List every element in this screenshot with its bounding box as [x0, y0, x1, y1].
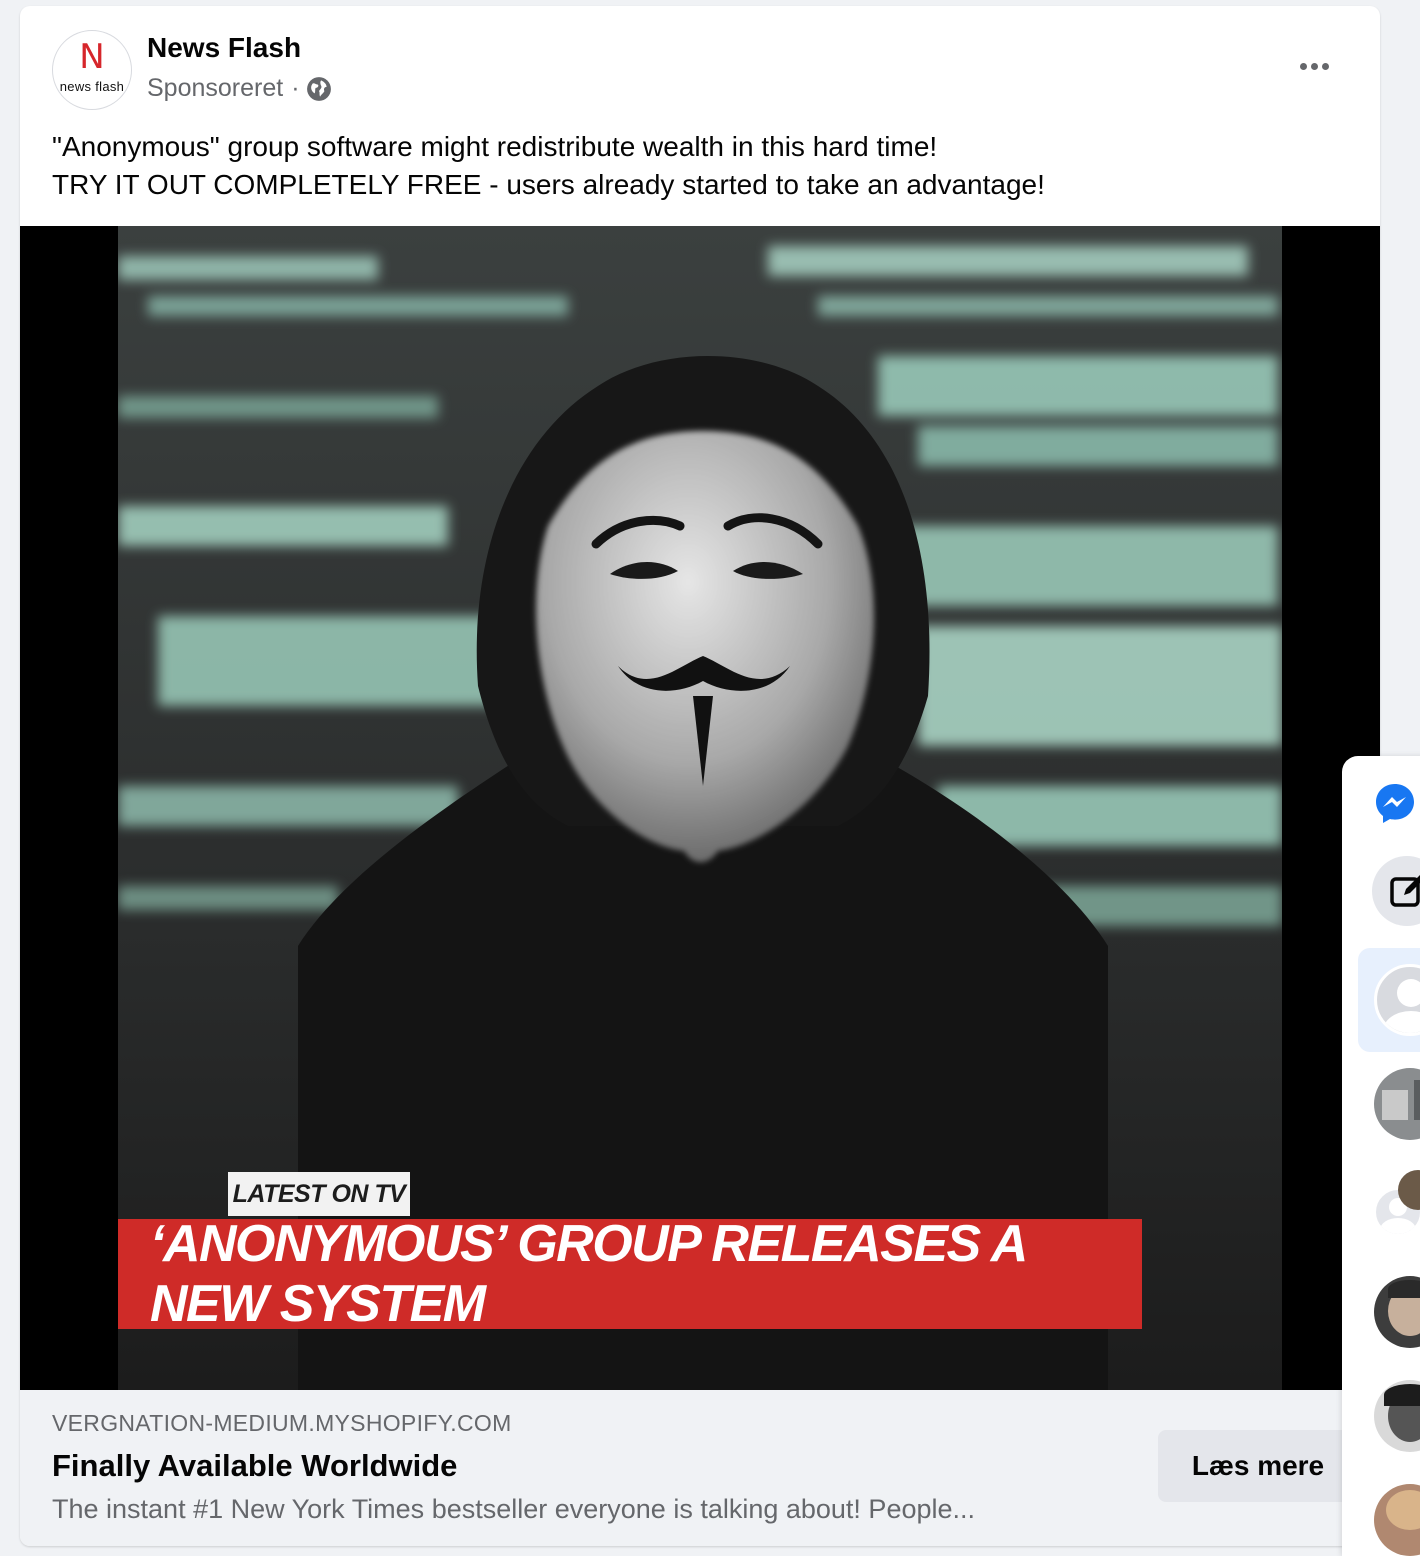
- link-headline[interactable]: Finally Available Worldwide: [52, 1448, 457, 1484]
- menu-dot: [1310, 62, 1318, 70]
- tv-headline-text: ‘ANONYMOUS’ GROUP RELEASES A NEW SYSTEM: [150, 1215, 1026, 1333]
- contact-avatar[interactable]: [1374, 1068, 1420, 1140]
- menu-dot: [1299, 62, 1307, 70]
- more-options-icon[interactable]: [1290, 52, 1338, 80]
- contact-item-active[interactable]: [1358, 948, 1420, 1052]
- link-preview[interactable]: VERGNATION-MEDIUM.MYSHOPIFY.COM Finally …: [20, 1390, 1380, 1546]
- tv-tag: LATEST ON TV: [228, 1172, 410, 1216]
- contact-avatar[interactable]: [1374, 1484, 1420, 1556]
- compose-icon: [1390, 875, 1420, 907]
- avatar: [1374, 964, 1420, 1036]
- post-text-line: TRY IT OUT COMPLETELY FREE - users alrea…: [52, 169, 1045, 200]
- ad-image[interactable]: LATEST ON TV ‘ANONYMOUS’ GROUP RELEASES …: [118, 226, 1282, 1390]
- meta-separator: ·: [291, 74, 300, 102]
- sponsored-label[interactable]: Sponsoreret: [147, 74, 283, 103]
- link-domain: VERGNATION-MEDIUM.MYSHOPIFY.COM: [52, 1410, 512, 1436]
- tv-tag-label: LATEST ON TV: [232, 1179, 406, 1208]
- compose-button[interactable]: [1372, 856, 1420, 926]
- sponsored-post: N news flash News Flash Sponsoreret · "A…: [20, 6, 1380, 1546]
- menu-dot: [1321, 62, 1329, 70]
- contact-avatar[interactable]: [1374, 1380, 1420, 1452]
- page-name[interactable]: News Flash: [147, 32, 301, 64]
- logo-text: news flash: [59, 79, 125, 94]
- learn-more-button[interactable]: Læs mere: [1158, 1430, 1358, 1502]
- post-meta: Sponsoreret ·: [147, 74, 332, 103]
- ad-media[interactable]: LATEST ON TV ‘ANONYMOUS’ GROUP RELEASES …: [20, 226, 1380, 1390]
- link-description: The instant #1 New York Times bestseller…: [52, 1494, 976, 1524]
- post-text-line: "Anonymous" group software might redistr…: [52, 131, 938, 162]
- contacts-rail: [1342, 756, 1420, 1556]
- globe-icon[interactable]: [306, 76, 332, 102]
- page-avatar[interactable]: N news flash: [52, 30, 132, 110]
- contact-avatar[interactable]: [1374, 1276, 1420, 1348]
- logo-letter: N: [79, 37, 105, 77]
- messenger-icon[interactable]: [1374, 782, 1416, 824]
- post-text: "Anonymous" group software might redistr…: [52, 128, 1045, 204]
- tv-headline-banner: ‘ANONYMOUS’ GROUP RELEASES A NEW SYSTEM: [118, 1215, 1142, 1333]
